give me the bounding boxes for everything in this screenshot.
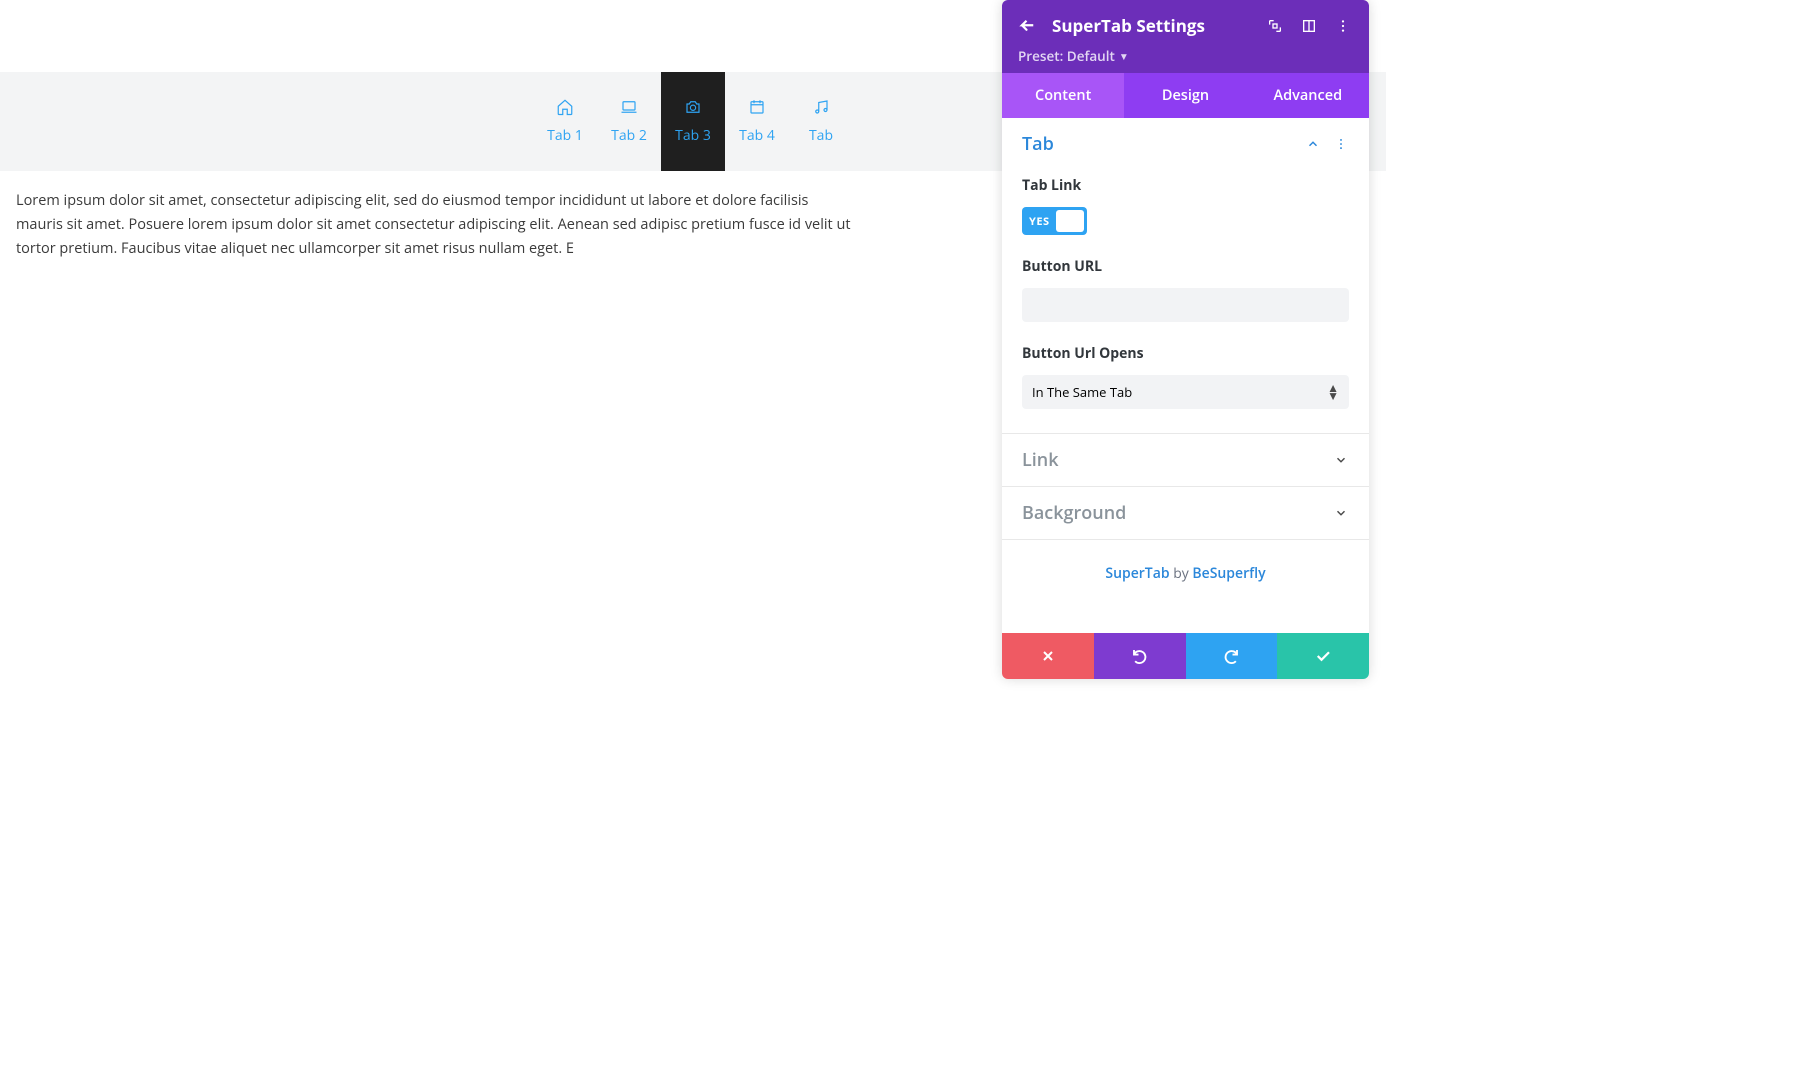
panel-title: SuperTab Settings xyxy=(1052,14,1251,37)
preset-label: Preset: Default xyxy=(1018,47,1115,65)
section-header-link[interactable]: Link xyxy=(1002,434,1369,486)
caret-down-icon: ▼ xyxy=(1119,49,1129,63)
tab-label: Tab 3 xyxy=(675,126,711,145)
body-text: Lorem ipsum dolor sit amet, consectetur … xyxy=(0,171,870,261)
redo-button[interactable] xyxy=(1186,633,1278,679)
credit-product-link[interactable]: SuperTab xyxy=(1105,564,1169,583)
tab-label: Tab 1 xyxy=(547,126,583,145)
music-icon xyxy=(812,98,830,116)
expand-icon[interactable] xyxy=(1265,16,1285,36)
credit-author-link[interactable]: BeSuperfly xyxy=(1192,564,1265,583)
back-icon[interactable] xyxy=(1018,16,1038,36)
panel-footer xyxy=(1002,633,1369,679)
section-header-tab[interactable]: Tab xyxy=(1002,118,1369,170)
chevron-down-icon xyxy=(1333,505,1349,521)
tab-tab4[interactable]: Tab 4 xyxy=(725,72,789,171)
tab-label: Tab 2 xyxy=(611,126,647,145)
section-title: Background xyxy=(1022,501,1333,525)
calendar-icon xyxy=(748,98,766,116)
tab-label: Tab 4 xyxy=(739,126,775,145)
laptop-icon xyxy=(620,98,638,116)
section-header-background[interactable]: Background xyxy=(1002,487,1369,539)
columns-icon[interactable] xyxy=(1299,16,1319,36)
panel-tab-content[interactable]: Content xyxy=(1002,73,1124,118)
undo-button[interactable] xyxy=(1094,633,1186,679)
toggle-value: YES xyxy=(1025,214,1056,229)
section-title: Tab xyxy=(1022,132,1305,156)
toggle-knob xyxy=(1056,210,1084,232)
panel-tab-advanced[interactable]: Advanced xyxy=(1247,73,1369,118)
panel-tabs: Content Design Advanced xyxy=(1002,73,1369,118)
section-background: Background xyxy=(1002,487,1369,540)
chevron-up-icon xyxy=(1305,136,1321,152)
input-button-url[interactable] xyxy=(1022,288,1349,322)
tab-tab2[interactable]: Tab 2 xyxy=(597,72,661,171)
credit-by: by xyxy=(1170,564,1193,583)
panel-body: Tab Tab Link YES Button URL Button Url O… xyxy=(1002,118,1369,633)
panel-header: SuperTab Settings Preset: Default ▼ xyxy=(1002,0,1369,73)
tab-tab5[interactable]: Tab xyxy=(789,72,853,171)
cancel-button[interactable] xyxy=(1002,633,1094,679)
save-button[interactable] xyxy=(1277,633,1369,679)
chevron-down-icon xyxy=(1333,452,1349,468)
preset-selector[interactable]: Preset: Default ▼ xyxy=(1018,47,1353,65)
settings-panel: SuperTab Settings Preset: Default ▼ Cont… xyxy=(1002,0,1369,679)
panel-tab-design[interactable]: Design xyxy=(1124,73,1246,118)
kebab-icon[interactable] xyxy=(1333,16,1353,36)
field-label-opens: Button Url Opens xyxy=(1022,344,1349,363)
toggle-tablink[interactable]: YES xyxy=(1022,207,1087,235)
tab-label: Tab xyxy=(809,126,833,145)
section-title: Link xyxy=(1022,448,1333,472)
section-tab: Tab Tab Link YES Button URL Button Url O… xyxy=(1002,118,1369,434)
field-label-buttonurl: Button URL xyxy=(1022,257,1349,276)
panel-credit: SuperTab by BeSuperfly xyxy=(1002,540,1369,633)
select-button-url-opens[interactable] xyxy=(1022,375,1349,409)
camera-icon xyxy=(684,98,702,116)
field-label-tablink: Tab Link xyxy=(1022,176,1349,195)
kebab-icon[interactable] xyxy=(1333,136,1349,152)
home-icon xyxy=(556,98,574,116)
tab-tab3[interactable]: Tab 3 xyxy=(661,72,725,171)
tab-tab1[interactable]: Tab 1 xyxy=(533,72,597,171)
section-link: Link xyxy=(1002,434,1369,487)
